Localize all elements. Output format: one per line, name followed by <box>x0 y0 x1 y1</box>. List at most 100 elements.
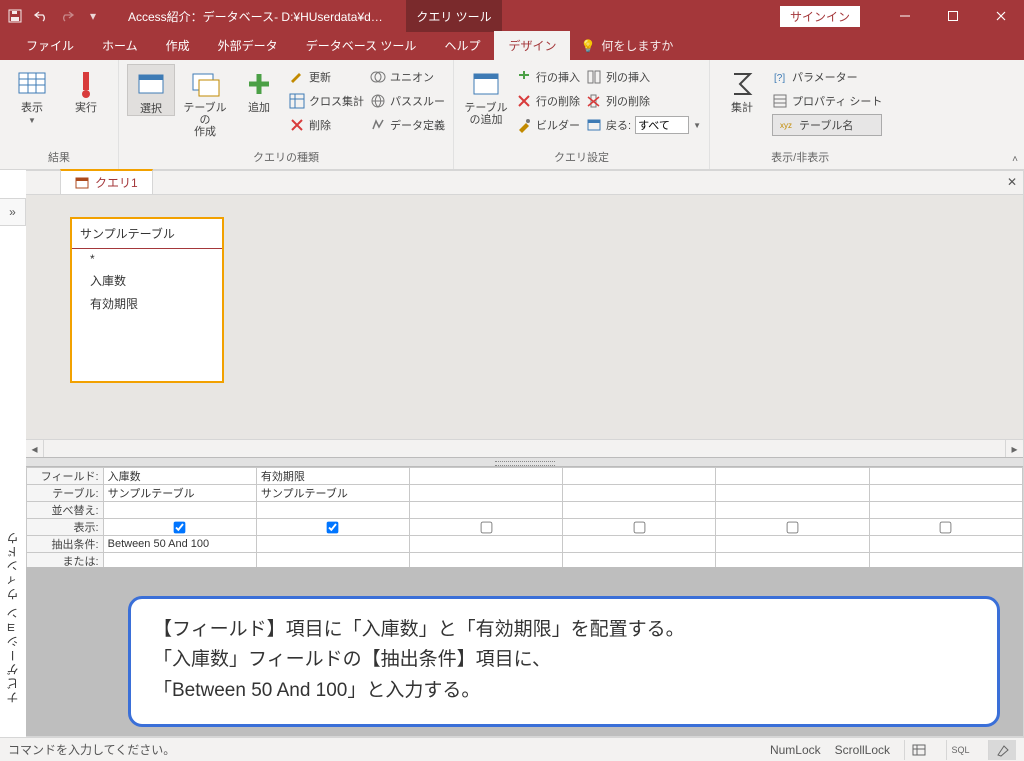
grid-cell[interactable] <box>869 553 1022 568</box>
delete-rows-button[interactable]: 行の削除 <box>516 90 580 112</box>
collapse-ribbon-icon[interactable]: ˄ <box>1012 154 1018 165</box>
tab-file[interactable]: ファイル <box>12 31 88 60</box>
grid-cell[interactable] <box>410 519 563 536</box>
grid-cell[interactable] <box>869 519 1022 536</box>
tab-help[interactable]: ヘルプ <box>430 31 494 60</box>
grid-cell[interactable] <box>563 485 716 502</box>
passthrough-query-button[interactable]: パススルー <box>370 90 445 112</box>
view-sql-icon[interactable]: SQL <box>946 740 974 760</box>
qa-customize-icon[interactable]: ▾ <box>82 5 104 27</box>
data-definition-button[interactable]: データ定義 <box>370 114 445 136</box>
grid-cell[interactable] <box>410 502 563 519</box>
grid-cell[interactable] <box>716 536 869 553</box>
grid-cell[interactable]: サンプルテーブル <box>256 485 409 502</box>
grid-cell[interactable]: 有効期限 <box>256 468 409 485</box>
totals-button[interactable]: 集計 <box>718 64 766 114</box>
grid-cell[interactable] <box>256 519 409 536</box>
field-item[interactable]: 有効期限 <box>72 292 222 315</box>
make-table-button[interactable]: テーブルの 作成 <box>181 64 229 138</box>
document-close-icon[interactable]: ✕ <box>1007 175 1017 189</box>
show-checkbox[interactable] <box>634 521 646 533</box>
parameters-button[interactable]: [?]パラメーター <box>772 66 882 88</box>
tab-db-tools[interactable]: データベース ツール <box>292 31 431 60</box>
scroll-left-icon[interactable]: ◂ <box>26 440 44 457</box>
close-button[interactable] <box>978 0 1024 32</box>
nav-pane-expand[interactable]: » <box>0 198 26 226</box>
tab-create[interactable]: 作成 <box>152 31 204 60</box>
grid-cell[interactable]: Between 50 And 100 <box>103 536 256 553</box>
query-design-grid[interactable]: フィールド: 入庫数 有効期限 テーブル: サンプルテーブル サンプルテーブル … <box>26 467 1023 567</box>
horizontal-scrollbar[interactable]: ◂ ▸ <box>26 439 1023 457</box>
return-button[interactable]: 戻る: ▼ <box>586 114 701 136</box>
show-checkbox[interactable] <box>940 521 952 533</box>
union-query-button[interactable]: ユニオン <box>370 66 445 88</box>
grid-cell[interactable] <box>563 553 716 568</box>
grid-cell[interactable] <box>256 553 409 568</box>
run-button[interactable]: 実行 <box>62 64 110 114</box>
insert-rows-button[interactable]: 行の挿入 <box>516 66 580 88</box>
insert-columns-button[interactable]: 列の挿入 <box>586 66 701 88</box>
scroll-right-icon[interactable]: ▸ <box>1005 440 1023 457</box>
return-select[interactable] <box>635 116 689 134</box>
update-query-button[interactable]: 更新 <box>289 66 364 88</box>
grid-cell[interactable] <box>563 468 716 485</box>
maximize-button[interactable] <box>930 0 976 32</box>
document-tab-query1[interactable]: クエリ1 <box>60 169 153 194</box>
view-design-icon[interactable] <box>988 740 1016 760</box>
grid-cell[interactable] <box>716 553 869 568</box>
table-names-toggle[interactable]: xyzテーブル名 <box>772 114 882 136</box>
grid-cell[interactable] <box>563 536 716 553</box>
crosstab-query-button[interactable]: クロス集計 <box>289 90 364 112</box>
show-table-button[interactable]: テーブル の追加 <box>462 64 510 126</box>
view-datasheet-icon[interactable] <box>904 740 932 760</box>
append-button[interactable]: 追加 <box>235 64 283 114</box>
show-checkbox[interactable] <box>480 521 492 533</box>
grid-cell[interactable] <box>869 468 1022 485</box>
delete-columns-button[interactable]: 列の削除 <box>586 90 701 112</box>
grid-cell[interactable]: サンプルテーブル <box>103 485 256 502</box>
table-field-list[interactable]: サンプルテーブル * 入庫数 有効期限 <box>70 217 224 383</box>
grid-cell[interactable] <box>716 485 869 502</box>
show-checkbox[interactable] <box>327 521 339 533</box>
field-item[interactable]: 入庫数 <box>72 269 222 292</box>
grid-cell[interactable] <box>563 519 716 536</box>
tab-design[interactable]: デザイン <box>494 31 570 60</box>
show-checkbox[interactable] <box>787 521 799 533</box>
query-design-upper-pane[interactable]: サンプルテーブル * 入庫数 有効期限 ◂ ▸ <box>26 195 1023 457</box>
property-sheet-button[interactable]: プロパティ シート <box>772 90 882 112</box>
tab-external-data[interactable]: 外部データ <box>204 31 292 60</box>
grid-cell[interactable] <box>563 502 716 519</box>
grid-cell[interactable] <box>869 502 1022 519</box>
signin-button[interactable]: サインイン <box>780 6 860 27</box>
grid-cell[interactable] <box>103 502 256 519</box>
redo-icon[interactable] <box>56 5 78 27</box>
grid-cell[interactable] <box>716 468 869 485</box>
grid-cell[interactable] <box>410 485 563 502</box>
nav-pane-label[interactable]: ナビゲーション ウィンドウ <box>4 530 21 703</box>
save-icon[interactable] <box>4 5 26 27</box>
grid-cell[interactable] <box>103 519 256 536</box>
view-button[interactable]: 表示 ▼ <box>8 64 56 125</box>
pane-splitter[interactable] <box>26 457 1023 467</box>
tab-home[interactable]: ホーム <box>88 31 152 60</box>
field-star[interactable]: * <box>72 249 222 269</box>
grid-cell[interactable]: 入庫数 <box>103 468 256 485</box>
tell-me[interactable]: 💡 何をしますか <box>570 31 683 60</box>
minimize-button[interactable] <box>882 0 928 32</box>
show-checkbox[interactable] <box>174 521 186 533</box>
grid-cell[interactable] <box>410 468 563 485</box>
grid-cell[interactable] <box>256 536 409 553</box>
grid-cell[interactable] <box>103 553 256 568</box>
undo-icon[interactable] <box>30 5 52 27</box>
select-query-button[interactable]: 選択 <box>127 64 175 116</box>
builder-button[interactable]: ビルダー <box>516 114 580 136</box>
grid-cell[interactable] <box>716 519 869 536</box>
grid-cell[interactable] <box>716 502 869 519</box>
grid-cell[interactable] <box>256 502 409 519</box>
grid-cell[interactable] <box>869 485 1022 502</box>
delete-query-button[interactable]: 削除 <box>289 114 364 136</box>
grid-cell[interactable] <box>410 536 563 553</box>
grid-cell[interactable] <box>869 536 1022 553</box>
grid-cell[interactable] <box>410 553 563 568</box>
ddl-label: データ定義 <box>390 117 445 133</box>
